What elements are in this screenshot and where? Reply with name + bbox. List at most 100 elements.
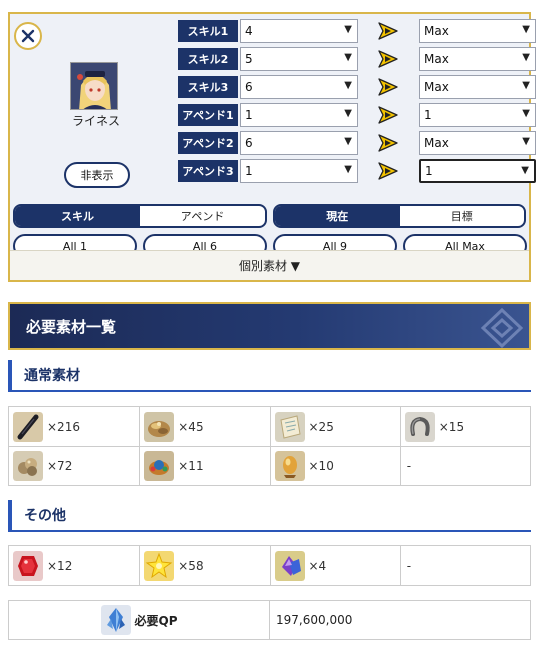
material-count: ×10 xyxy=(308,459,334,473)
qp-label-cell: 必要QP xyxy=(9,601,270,639)
toggle-skill[interactable]: スキル xyxy=(15,206,140,226)
select-value: 1 xyxy=(245,164,253,178)
current-level-select[interactable]: 5 ▼ xyxy=(240,47,358,71)
black-stick-icon xyxy=(13,411,43,442)
select-value: 1 xyxy=(424,108,432,122)
golden-egg-icon xyxy=(274,451,305,481)
current-level-select[interactable]: 1 ▼ xyxy=(240,103,358,127)
material-cell[interactable]: ×58 xyxy=(139,546,269,585)
material-cell[interactable]: ×4 xyxy=(269,546,400,585)
chevron-down-icon: ▼ xyxy=(522,24,530,35)
select-value: 6 xyxy=(245,80,253,94)
required-materials-heading: 必要素材一覧 xyxy=(8,302,531,350)
diamond-pattern-icon xyxy=(480,307,524,348)
target-level-select[interactable]: 1 ▼ xyxy=(419,103,536,127)
qp-crystal-icon xyxy=(100,605,131,635)
close-icon xyxy=(21,29,35,43)
toggle-target[interactable]: 目標 xyxy=(400,206,525,226)
select-value: 5 xyxy=(245,52,253,66)
section-other-materials: その他 xyxy=(8,500,531,532)
skill-label: スキル2 xyxy=(178,48,238,70)
gold-star-icon xyxy=(144,550,175,581)
normal-materials-grid: ×216 ×45 ×25 ×15 ×72 ×11 ×10 - xyxy=(8,406,531,486)
select-value: 1 xyxy=(425,164,433,178)
chevron-down-icon: ▼ xyxy=(522,108,530,119)
arrow-right-icon xyxy=(378,78,398,96)
material-cell[interactable]: ×15 xyxy=(399,407,530,446)
table-row: ×216 ×45 ×25 ×15 xyxy=(9,407,530,446)
material-count: ×72 xyxy=(47,459,73,473)
current-level-select[interactable]: 4 ▼ xyxy=(240,19,358,43)
target-level-select[interactable]: Max ▼ xyxy=(419,131,536,155)
material-count: - xyxy=(406,459,412,473)
table-row: ×12 ×58 ×4 - xyxy=(9,546,530,585)
target-level-select[interactable]: Max ▼ xyxy=(419,75,536,99)
chevron-down-icon: ▼ xyxy=(522,136,530,147)
select-value: 1 xyxy=(245,108,253,122)
skill-label: スキル3 xyxy=(178,76,238,98)
hide-button[interactable]: 非表示 xyxy=(64,162,130,188)
jewel-crown-icon xyxy=(144,451,175,481)
select-value: 4 xyxy=(245,24,253,38)
red-gem-icon xyxy=(13,550,43,581)
material-cell[interactable]: ×25 xyxy=(269,407,400,446)
chevron-down-icon: ▼ xyxy=(522,80,530,91)
other-materials-grid: ×12 ×58 ×4 - xyxy=(8,545,531,586)
skill-row-2: スキル2 5 ▼ Max ▼ xyxy=(178,47,536,71)
material-cell[interactable]: ×216 xyxy=(9,407,139,446)
arrow-right-icon xyxy=(378,134,398,152)
qp-value: 197,600,000 xyxy=(276,613,353,627)
material-count: ×58 xyxy=(178,558,204,573)
skill-row-1: スキル1 4 ▼ Max ▼ xyxy=(178,19,536,43)
material-cell[interactable]: ×10 xyxy=(269,447,400,485)
chevron-down-icon: ▼ xyxy=(344,136,352,147)
select-value: Max xyxy=(424,136,449,150)
skill-level-panel: ライネス 非表示 スキル1 4 ▼ Max ▼ スキル2 5 ▼ Max ▼ スキル3 … xyxy=(8,12,536,282)
current-level-select[interactable]: 6 ▼ xyxy=(240,75,358,99)
horseshoe-icon xyxy=(404,411,435,442)
coin-pile-icon xyxy=(144,411,175,442)
chevron-down-icon: ▼ xyxy=(344,52,352,63)
individual-materials-toggle[interactable]: 個別素材 ▼ xyxy=(10,250,529,280)
purple-crystal-icon xyxy=(274,550,305,581)
skill-type-toggle: スキル アペンド xyxy=(13,204,267,228)
material-count: ×25 xyxy=(308,419,334,434)
target-level-select[interactable]: 1 ▼ xyxy=(419,159,536,183)
current-level-select[interactable]: 6 ▼ xyxy=(240,131,358,155)
append-row-1: アペンド1 1 ▼ 1 ▼ xyxy=(178,103,536,127)
append-row-2: アペンド2 6 ▼ Max ▼ xyxy=(178,131,536,155)
required-qp-row: 必要QP 197,600,000 xyxy=(8,600,531,640)
material-count: ×4 xyxy=(308,558,327,573)
close-button[interactable] xyxy=(14,22,42,50)
chevron-down-icon: ▼ xyxy=(344,164,352,175)
chevron-down-icon: ▼ xyxy=(344,108,352,119)
servant-portrait[interactable] xyxy=(70,62,118,110)
material-count: ×15 xyxy=(438,419,465,434)
current-level-select[interactable]: 1 ▼ xyxy=(240,159,358,183)
empty-material-cell: - xyxy=(399,447,530,485)
servant-name: ライネス xyxy=(71,114,120,128)
toggle-append[interactable]: アペンド xyxy=(140,206,265,226)
target-level-select[interactable]: Max ▼ xyxy=(419,47,536,71)
arrow-right-icon xyxy=(378,22,398,40)
chevron-down-icon: ▼ xyxy=(522,52,530,63)
arrow-right-icon xyxy=(378,106,398,124)
material-cell[interactable]: ×72 xyxy=(9,447,139,485)
level-type-toggle: 現在 目標 xyxy=(273,204,526,228)
target-level-select[interactable]: Max ▼ xyxy=(419,19,536,43)
skill-label: アペンド1 xyxy=(178,104,238,126)
arrow-right-icon xyxy=(378,50,398,68)
material-count: - xyxy=(406,558,412,573)
material-cell[interactable]: ×45 xyxy=(139,407,269,446)
heading-title: 必要素材一覧 xyxy=(26,317,117,336)
append-row-3: アペンド3 1 ▼ 1 ▼ xyxy=(178,159,536,183)
table-row: ×72 ×11 ×10 - xyxy=(9,446,530,485)
material-cell[interactable]: ×11 xyxy=(139,447,269,485)
empty-material-cell: - xyxy=(399,546,530,585)
material-count: ×11 xyxy=(178,459,204,473)
chevron-down-icon: ▼ xyxy=(521,165,529,176)
section-normal-materials: 通常素材 xyxy=(8,360,531,392)
ore-pile-icon xyxy=(13,451,43,481)
toggle-current[interactable]: 現在 xyxy=(275,206,400,226)
material-cell[interactable]: ×12 xyxy=(9,546,139,585)
